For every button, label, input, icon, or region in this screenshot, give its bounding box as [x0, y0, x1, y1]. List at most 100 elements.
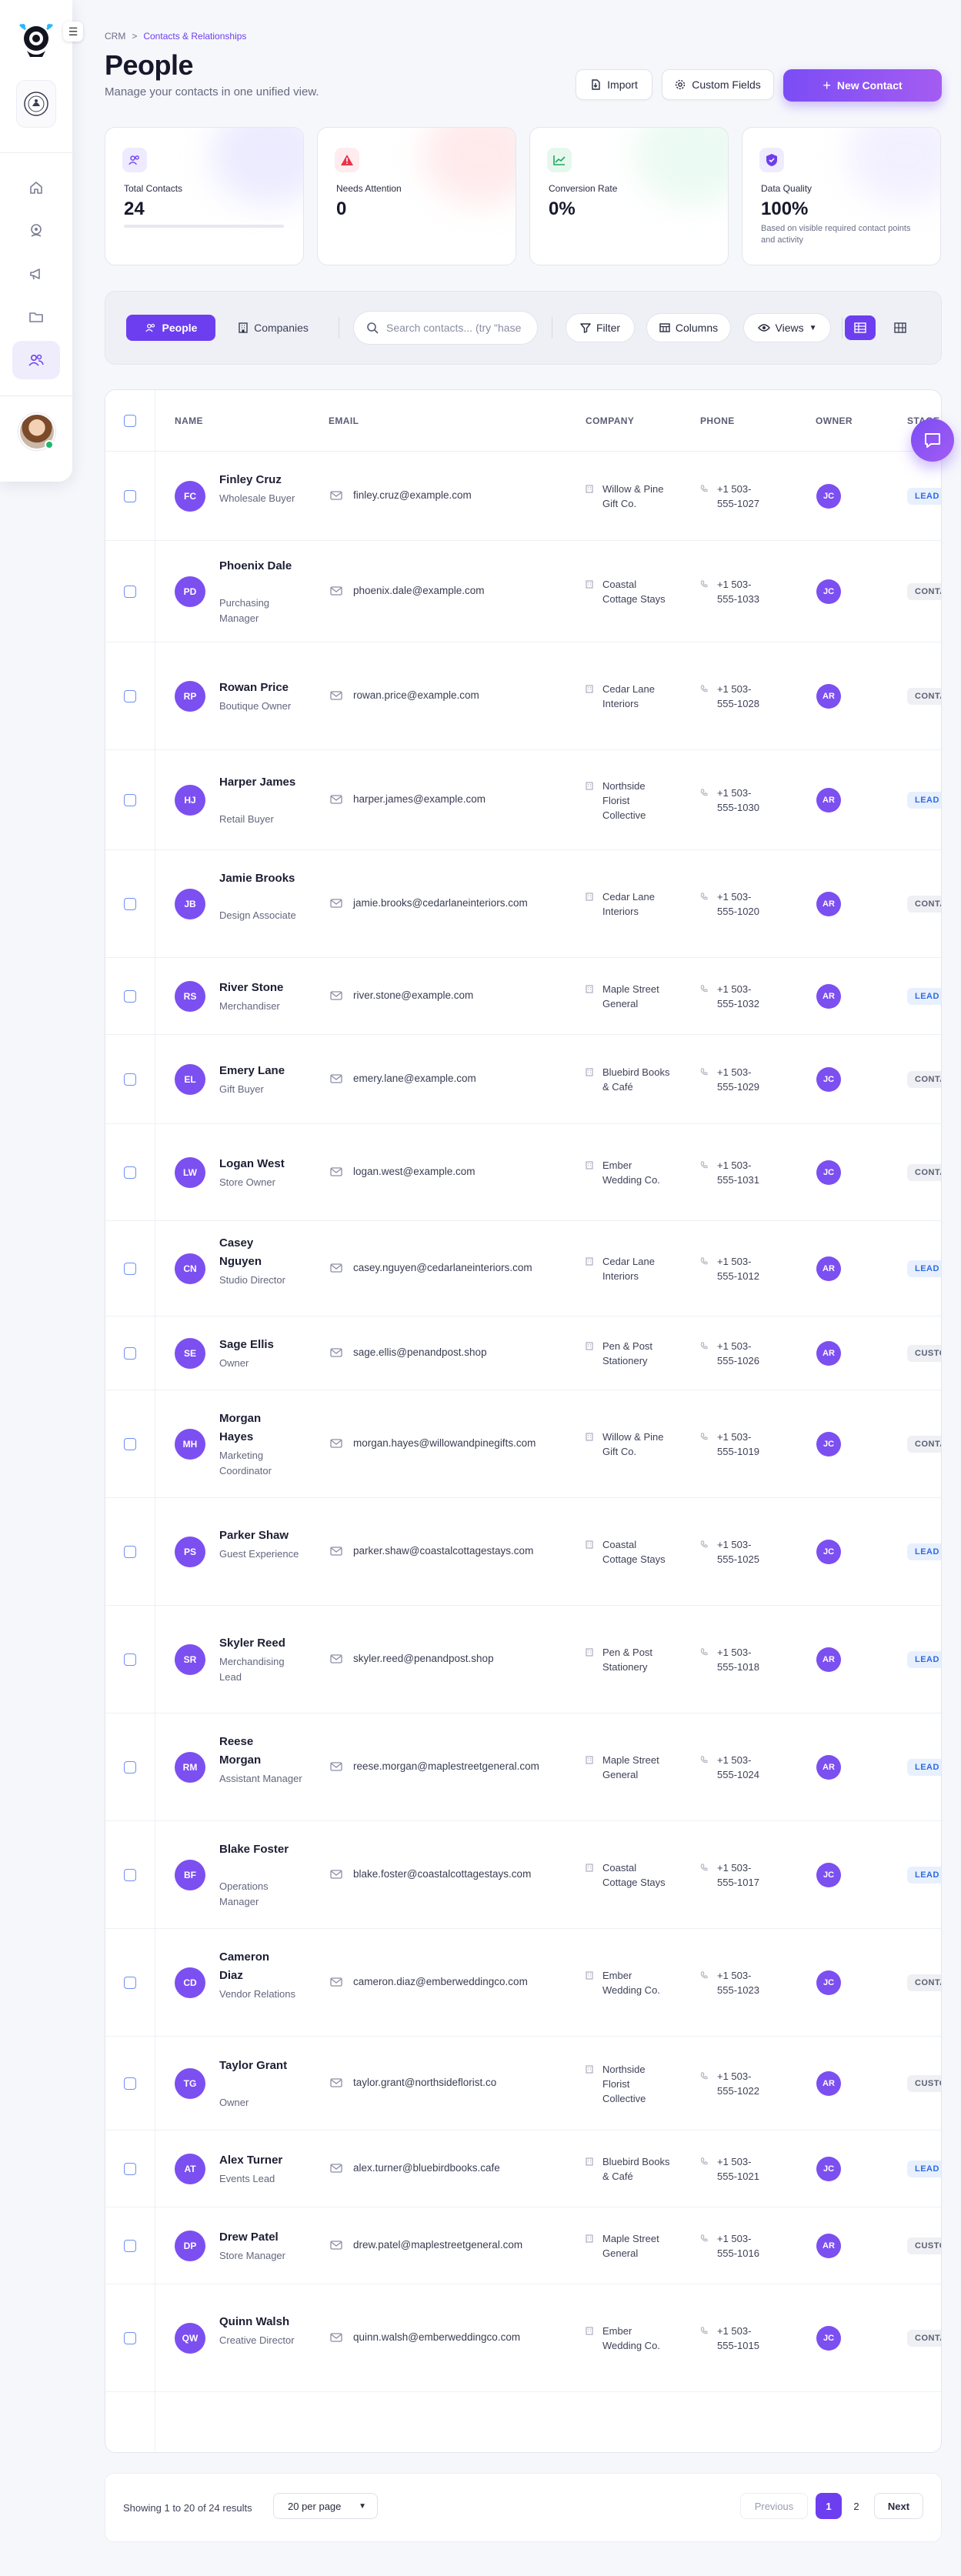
contact-phone[interactable]: +1 503-555-1028 [700, 682, 771, 711]
owner-avatar[interactable]: AR [816, 1647, 841, 1672]
contact-phone[interactable]: +1 503-555-1018 [700, 1645, 771, 1674]
contact-email[interactable]: morgan.hayes@willowandpinegifts.com [330, 1437, 536, 1449]
select-all-checkbox[interactable] [124, 415, 136, 427]
row-checkbox[interactable] [124, 2077, 136, 2090]
tab-people[interactable]: People [126, 315, 215, 341]
contact-company[interactable]: Pen & Post Stationery [586, 1339, 672, 1368]
contact-phone[interactable]: +1 503-555-1021 [700, 2154, 771, 2184]
contact-name[interactable]: Drew Patel [219, 2228, 296, 2247]
grid-view-toggle[interactable] [885, 315, 916, 340]
chat-button[interactable] [911, 419, 954, 462]
contact-company[interactable]: Northside Florist Collective [586, 2062, 672, 2106]
row-checkbox[interactable] [124, 1347, 136, 1360]
owner-avatar[interactable]: JC [816, 2326, 841, 2351]
contact-name[interactable]: Taylor Grant [219, 2057, 296, 2075]
contact-email[interactable]: drew.patel@maplestreetgeneral.com [330, 2239, 522, 2251]
table-row[interactable]: BF Blake Foster Operations Manager blake.fo… [105, 1821, 941, 1929]
table-row[interactable]: MH Morgan Hayes Marketing Coordinator morga… [105, 1390, 941, 1498]
contact-company[interactable]: Bluebird Books & Café [586, 2154, 672, 2184]
table-row[interactable]: FC Finley Cruz Wholesale Buyer finley.cruz@… [105, 452, 941, 541]
owner-avatar[interactable]: JC [816, 1970, 841, 1995]
columns-button[interactable]: Columns [646, 313, 731, 342]
owner-avatar[interactable]: JC [816, 484, 841, 509]
contact-phone[interactable]: +1 503-555-1019 [700, 1430, 771, 1459]
table-row[interactable]: AT Alex Turner Events Lead alex.turner@blue… [105, 2131, 941, 2207]
table-view-toggle[interactable] [845, 315, 876, 340]
contact-name[interactable]: Jamie Brooks [219, 869, 296, 888]
contact-company[interactable]: Ember Wedding Co. [586, 1968, 672, 1997]
contact-email[interactable]: jamie.brooks@cedarlaneinteriors.com [330, 897, 528, 909]
owner-avatar[interactable]: AR [816, 984, 841, 1009]
views-dropdown[interactable]: Views ▼ [743, 313, 831, 342]
contact-company[interactable]: Coastal Cottage Stays [586, 1860, 672, 1890]
table-row[interactable]: CN Casey Nguyen Studio Director casey.nguye… [105, 1221, 941, 1316]
row-checkbox[interactable] [124, 2163, 136, 2175]
table-row[interactable]: EL Emery Lane Gift Buyer emery.lane@example… [105, 1035, 941, 1124]
contact-phone[interactable]: +1 503-555-1030 [700, 786, 771, 815]
owner-avatar[interactable]: AR [816, 788, 841, 813]
contact-name[interactable]: Casey Nguyen [219, 1234, 296, 1271]
contact-name[interactable]: Skyler Reed [219, 1634, 296, 1653]
row-checkbox[interactable] [124, 1166, 136, 1179]
row-checkbox[interactable] [124, 690, 136, 702]
contact-company[interactable]: Bluebird Books & Café [586, 1065, 672, 1094]
contact-phone[interactable]: +1 503-555-1032 [700, 982, 771, 1011]
owner-avatar[interactable]: JC [816, 1067, 841, 1092]
sidebar-item-home[interactable] [12, 169, 60, 207]
contact-email[interactable]: phoenix.dale@example.com [330, 585, 485, 596]
contact-company[interactable]: Pen & Post Stationery [586, 1645, 672, 1674]
column-header-name[interactable]: NAME [175, 415, 203, 426]
contact-company[interactable]: Maple Street General [586, 1753, 672, 1782]
table-row[interactable]: PD Phoenix Dale Purchasing Manager phoenix.… [105, 541, 941, 642]
app-logo-icon[interactable] [17, 22, 55, 60]
contact-email[interactable]: sage.ellis@penandpost.shop [330, 1346, 487, 1358]
table-row[interactable]: LW Logan West Store Owner logan.west@exampl… [105, 1124, 941, 1221]
contact-phone[interactable]: +1 503-555-1026 [700, 1339, 771, 1368]
next-page-button[interactable]: Next [874, 2493, 923, 2519]
row-checkbox[interactable] [124, 794, 136, 806]
row-checkbox[interactable] [124, 490, 136, 502]
contact-company[interactable]: Willow & Pine Gift Co. [586, 482, 672, 511]
contact-phone[interactable]: +1 503-555-1015 [700, 2324, 771, 2353]
contact-email[interactable]: harper.james@example.com [330, 793, 486, 805]
breadcrumb-current[interactable]: Contacts & Relationships [143, 31, 246, 42]
search-input[interactable] [386, 322, 525, 334]
contact-phone[interactable]: +1 503-555-1020 [700, 889, 771, 919]
contact-email[interactable]: skyler.reed@penandpost.shop [330, 1653, 494, 1664]
sidebar-item-brand[interactable] [12, 212, 60, 250]
table-row[interactable]: RP Rowan Price Boutique Owner rowan.price@e… [105, 642, 941, 750]
page-2-button[interactable]: 2 [843, 2493, 869, 2519]
row-checkbox[interactable] [124, 1438, 136, 1450]
row-checkbox[interactable] [124, 2240, 136, 2252]
filter-button[interactable]: Filter [566, 313, 635, 342]
owner-avatar[interactable]: AR [816, 2234, 841, 2258]
contact-email[interactable]: river.stone@example.com [330, 989, 473, 1001]
contact-email[interactable]: rowan.price@example.com [330, 689, 479, 701]
row-checkbox[interactable] [124, 1761, 136, 1774]
contact-name[interactable]: Cameron Diaz [219, 1948, 296, 1985]
contact-company[interactable]: Coastal Cottage Stays [586, 1537, 672, 1567]
sidebar-collapse-button[interactable]: ☰ [63, 22, 83, 42]
contact-phone[interactable]: +1 503-555-1012 [700, 1254, 771, 1283]
contact-email[interactable]: emery.lane@example.com [330, 1073, 476, 1084]
custom-fields-button[interactable]: Custom Fields [662, 69, 774, 100]
contact-email[interactable]: reese.morgan@maplestreetgeneral.com [330, 1760, 539, 1772]
contact-company[interactable]: Cedar Lane Interiors [586, 682, 672, 711]
contact-phone[interactable]: +1 503-555-1023 [700, 1968, 771, 1997]
contact-phone[interactable]: +1 503-555-1025 [700, 1537, 771, 1567]
table-row[interactable]: QW Quinn Walsh Creative Director quinn.wals… [105, 2284, 941, 2392]
contact-email[interactable]: finley.cruz@example.com [330, 489, 472, 501]
contact-company[interactable]: Coastal Cottage Stays [586, 577, 672, 606]
row-checkbox[interactable] [124, 1263, 136, 1275]
contact-company[interactable]: Maple Street General [586, 982, 672, 1011]
sidebar-item-people[interactable] [12, 341, 60, 379]
table-row[interactable]: RS River Stone Merchandiser river.stone@exa… [105, 958, 941, 1035]
contact-name[interactable]: Parker Shaw [219, 1527, 296, 1545]
contact-name[interactable]: Harper James [219, 773, 296, 792]
contact-company[interactable]: Ember Wedding Co. [586, 2324, 672, 2353]
owner-avatar[interactable]: JC [816, 579, 841, 604]
table-row[interactable]: TG Taylor Grant Owner taylor.grant@northsid… [105, 2037, 941, 2131]
tab-companies[interactable]: Companies [222, 315, 325, 341]
contact-name[interactable]: Sage Ellis [219, 1336, 296, 1354]
contact-name[interactable]: Emery Lane [219, 1062, 296, 1080]
